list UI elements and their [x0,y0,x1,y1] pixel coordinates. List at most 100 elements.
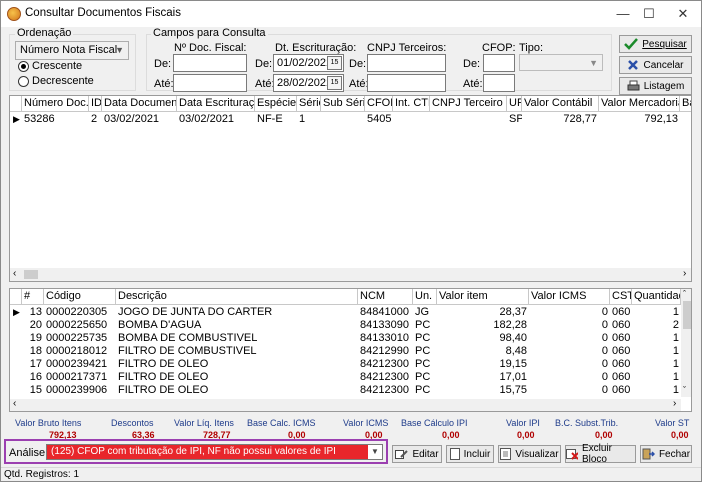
doc-ate-input[interactable] [173,74,247,92]
table-cell: 0 [601,319,608,331]
table-cell: JOGO DE JUNTA DO CARTER [118,306,273,318]
scroll-left-icon[interactable]: ‹ [13,268,16,279]
col-header[interactable]: Espécie [255,96,297,112]
col-header[interactable]: Valor Contábil [522,96,599,112]
table-row[interactable]: 18 0000218012 FILTRO DE COMBUSTIVEL 8421299… [10,345,681,358]
pesquisar-button[interactable]: Pesquisar [619,35,692,53]
table-row[interactable]: 19 0000225735 BOMBA DE COMBUSTIVEL 84133010… [10,332,681,345]
col-header[interactable]: Ba [680,96,691,112]
cfop-de-input[interactable] [483,54,515,72]
table-row[interactable]: 17 0000239421 FILTRO DE OLEO 84212300 PC 19,1… [10,358,681,371]
col-header[interactable]: Série [297,96,321,112]
delete-icon [566,449,578,460]
cnpj-de-input[interactable] [367,54,446,72]
cnpj-ate-input[interactable] [367,74,446,92]
col-header[interactable]: Quantidade [632,289,681,305]
table-cell: 84212990 [360,345,409,357]
excluir-bloco-button[interactable]: Excluir Bloco [565,443,636,465]
totals-value: 0,00 [517,430,535,440]
table-cell: 8,48 [505,345,527,357]
documents-grid[interactable]: Número Doc. ID Data Documento Data Escri… [9,95,692,282]
items-grid[interactable]: # Código Descrição NCM Un. Valor item Va… [9,288,692,412]
editar-button[interactable]: Editar [392,445,442,463]
table-row[interactable]: 16 0000217371 FILTRO DE OLEO 84212300 PC 17,0… [10,371,681,384]
col-header[interactable]: Data Escrituração [177,96,255,112]
col-header[interactable]: Valor ICMS [529,289,610,305]
cfop-ate-label: Até: [463,78,483,90]
scroll-right-icon[interactable]: › [673,398,676,409]
col-header[interactable]: # [22,289,44,305]
table-cell: 18 [29,345,42,357]
scroll-thumb[interactable] [683,301,691,329]
table-cell: 792,13 [644,113,678,125]
chevron-down-icon[interactable]: ▼ [368,445,382,459]
col-header[interactable]: Data Documento [102,96,177,112]
col-header[interactable]: Valor Mercadorias [599,96,680,112]
table-cell: 060 [612,306,631,318]
scroll-thumb[interactable] [24,270,38,279]
col-header[interactable]: Código [44,289,116,305]
cancel-x-icon [628,60,639,70]
col-header[interactable]: Int. CTB [393,96,430,112]
calendar-icon[interactable]: 15 [327,56,342,70]
table-cell: 0 [601,371,608,383]
table-cell: 84133010 [360,332,409,344]
chevron-down-icon: ▼ [589,58,598,68]
listagem-button[interactable]: Listagem [619,77,692,95]
ordenacao-select[interactable]: Número Nota Fiscal ▼ [15,41,129,60]
incluir-button[interactable]: Incluir [446,445,494,463]
table-row[interactable]: 20 0000225650 BOMBA D'AGUA 84133090 PC 182,28… [10,319,681,332]
table-cell: 19 [29,332,42,344]
tipo-select[interactable]: ▼ [519,54,603,71]
scroll-down-icon[interactable]: ˇ [683,385,686,395]
cfop-de-label: De: [463,58,481,70]
table-cell: SP [509,113,522,125]
table-row[interactable]: 15 0000239906 FILTRO DE OLEO 84212300 PC 15,7… [10,384,681,397]
table-row[interactable]: ▶ 13 0000220305 JOGO DE JUNTA DO CARTER 8484… [10,306,681,319]
cfop-ate-input[interactable] [483,74,515,92]
table-cell: BOMBA DE COMBUSTIVEL [118,332,258,344]
totals-label: Base Calc. ICMS [247,418,316,428]
col-header[interactable]: NCM [358,289,413,305]
radio-decrescente[interactable] [18,76,29,87]
table-cell: 0 [601,384,608,396]
totals-value: 0,00 [442,430,460,440]
table-cell: 0000217371 [46,371,108,383]
table-cell: 060 [612,371,631,383]
scroll-left-icon[interactable]: ‹ [13,398,16,409]
cancelar-button[interactable]: Cancelar [619,56,692,74]
scroll-up-icon[interactable]: ˆ [683,289,686,299]
col-header[interactable]: Número Doc. [22,96,89,112]
calendar-icon[interactable]: 15 [327,76,342,90]
close-button[interactable]: ✕ [663,1,702,27]
col-header[interactable]: ID [89,96,102,112]
table-cell: 1 [672,358,679,370]
table-cell: 03/02/2021 [179,113,235,125]
radio-decrescente-label: Decrescente [32,75,94,87]
col-header[interactable]: CFOP [365,96,393,112]
col-header[interactable]: UF [507,96,522,112]
radio-crescente[interactable] [18,61,29,72]
col-header[interactable]: CST [610,289,632,305]
escrit-ate-label: Até: [255,78,275,90]
vertical-scrollbar[interactable]: ˆ ˇ [681,289,691,397]
incluir-label: Incluir [463,448,491,460]
horizontal-scrollbar[interactable]: ‹ › [10,268,691,281]
table-cell: 0 [601,345,608,357]
col-header[interactable]: Valor item [437,289,529,305]
col-header[interactable]: Descrição [116,289,358,305]
col-header[interactable]: Sub Série [321,96,365,112]
horizontal-scrollbar[interactable]: ‹ › [10,398,681,411]
visualizar-button[interactable]: Visualizar [498,445,561,463]
fechar-button[interactable]: Fechar [640,445,692,463]
analise-select[interactable]: (125) CFOP com tributação de IPI, NF não… [46,444,383,460]
totals-label: Valor IPI [506,418,540,428]
doc-de-input[interactable] [173,54,247,72]
table-cell: 53286 [24,113,55,125]
col-header[interactable]: CNPJ Terceiro [430,96,507,112]
table-cell: 060 [612,358,631,370]
col-header[interactable]: Un. [413,289,437,305]
table-row[interactable]: ▶ 53286 2 03/02/2021 03/02/2021 NF-E 1 5… [10,113,691,126]
table-cell: 1 [672,371,679,383]
scroll-right-icon[interactable]: › [683,268,686,279]
